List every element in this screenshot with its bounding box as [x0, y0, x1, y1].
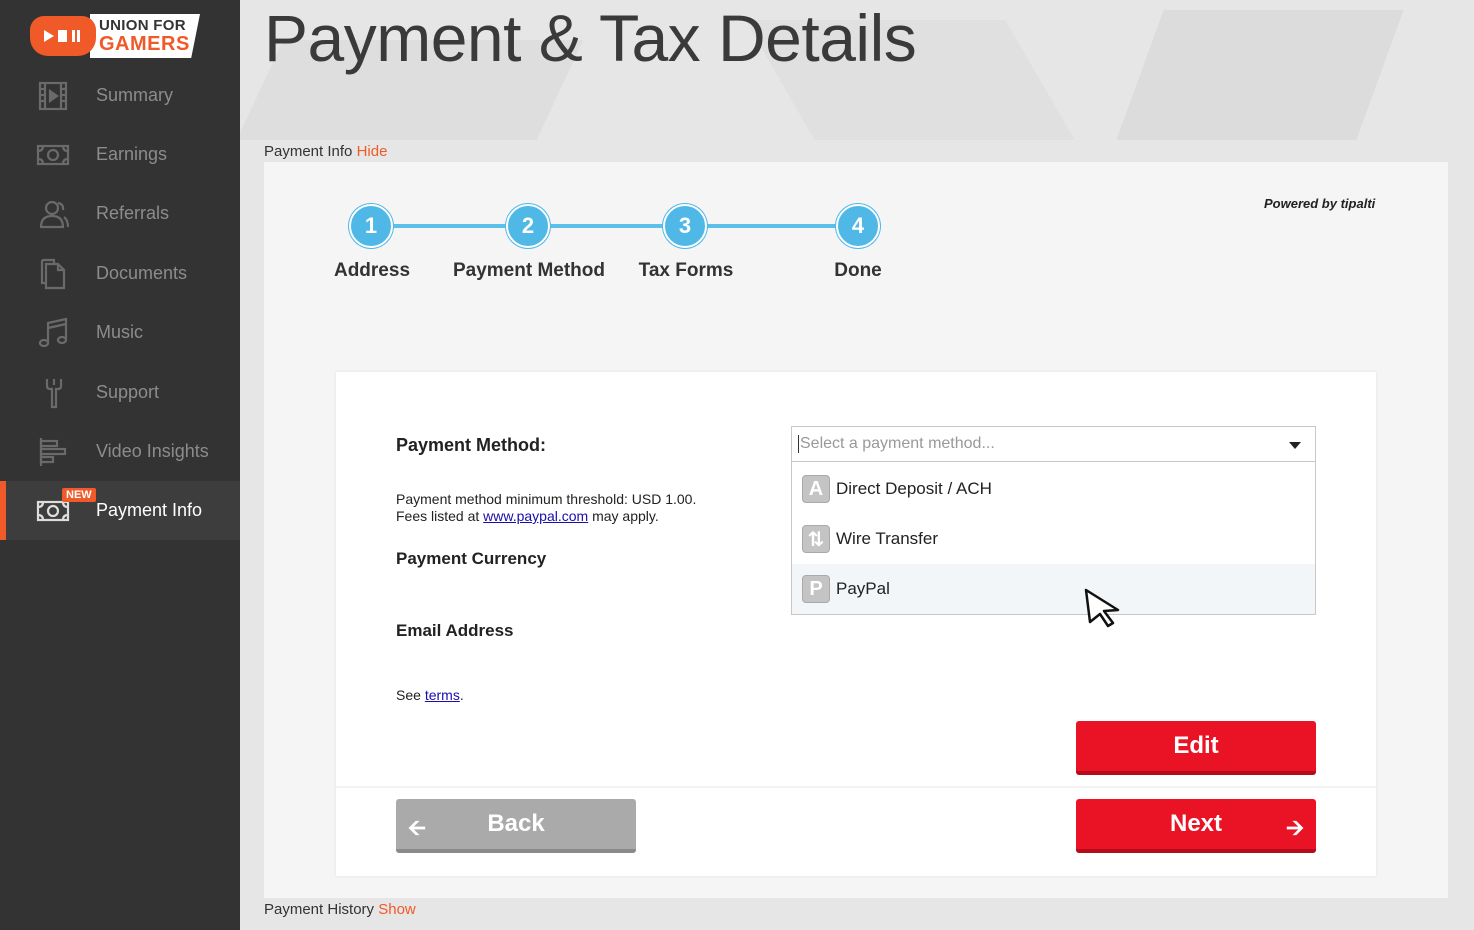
- option-direct-deposit[interactable]: A Direct Deposit / ACH: [792, 464, 1315, 514]
- film-icon: [38, 81, 68, 110]
- sidebar-item-documents[interactable]: Documents: [0, 244, 240, 303]
- stepper-line: [372, 224, 858, 228]
- step-1-label: Address: [333, 260, 411, 281]
- powered-by-text: Powered by: [1264, 196, 1337, 211]
- ach-icon: A: [802, 475, 830, 503]
- next-button-label: Next: [1169, 810, 1223, 837]
- payment-method-dropdown: A Direct Deposit / ACH ⇅ Wire Transfer P…: [791, 462, 1316, 615]
- payment-method-label: Payment Method:: [396, 435, 547, 455]
- see-suffix: .: [459, 687, 464, 703]
- show-payment-history-link[interactable]: Show: [378, 901, 416, 918]
- gamepad-icon: [30, 16, 96, 56]
- fees-text: Fees listed at www.paypal.com may apply.: [396, 508, 696, 525]
- payment-info-section-header: Payment Info Hide: [264, 143, 387, 160]
- payment-method-card: Payment Method: Payment method minimum t…: [336, 372, 1376, 876]
- card-divider: [336, 786, 1376, 788]
- section-label: Payment Info: [264, 143, 353, 160]
- sidebar-item-label: Payment Info: [96, 500, 203, 520]
- music-note-icon: [38, 317, 68, 347]
- main-content: Payment & Tax Details Payment Info Hide …: [240, 0, 1474, 930]
- terms-link[interactable]: terms: [425, 687, 460, 703]
- email-address-label: Email Address: [396, 621, 514, 640]
- sidebar-item-label: Referrals: [96, 203, 170, 223]
- sidebar-item-video-insights[interactable]: Video Insights: [0, 422, 240, 481]
- option-label: Direct Deposit / ACH: [836, 479, 992, 498]
- arrow-right-icon: 🡪: [1286, 815, 1304, 840]
- sidebar-item-music[interactable]: Music: [0, 303, 240, 362]
- payment-currency-label: Payment Currency: [396, 549, 547, 568]
- sidebar-item-label: Video Insights: [96, 441, 209, 461]
- select-placeholder: Select a payment method...: [798, 435, 995, 453]
- step-1-circle: 1: [349, 204, 393, 248]
- sidebar: UNION FOR GAMERS Summary Earnings Referr…: [0, 0, 240, 930]
- next-button[interactable]: Next 🡪: [1076, 799, 1316, 853]
- terms-text: See terms.: [396, 687, 464, 704]
- wrench-icon: [45, 378, 63, 408]
- fees-prefix: Fees listed at: [396, 508, 480, 524]
- sidebar-item-summary[interactable]: Summary: [0, 66, 240, 125]
- option-wire-transfer[interactable]: ⇅ Wire Transfer: [792, 514, 1315, 564]
- new-badge: NEW: [62, 488, 96, 502]
- union-for-gamers-logo[interactable]: UNION FOR GAMERS: [30, 14, 202, 58]
- sidebar-item-support[interactable]: Support: [0, 363, 240, 422]
- payment-widget-panel: Powered by tipalti 1 2 3 4 Address Payme…: [264, 162, 1448, 898]
- money-icon: [36, 144, 70, 165]
- sidebar-item-label: Support: [96, 382, 160, 402]
- powered-by-tipalti: Powered by tipalti: [1264, 196, 1375, 211]
- arrow-left-icon: 🡨: [408, 815, 426, 840]
- background-pattern: [1116, 10, 1404, 140]
- section-label: Payment History: [264, 901, 375, 918]
- step-3-circle: 3: [663, 204, 707, 248]
- fees-suffix: may apply.: [592, 508, 659, 524]
- logo-text-line2: GAMERS: [99, 33, 190, 55]
- sidebar-item-earnings[interactable]: Earnings: [0, 125, 240, 184]
- page-title: Payment & Tax Details: [264, 1, 917, 75]
- edit-button-label: Edit: [1173, 732, 1219, 759]
- logo-text-line1: UNION FOR: [99, 17, 186, 34]
- sidebar-item-payment-info[interactable]: NEW Payment Info: [0, 481, 240, 540]
- tipalti-logo: tipalti: [1340, 196, 1376, 211]
- documents-icon: [40, 258, 66, 289]
- step-2-label: Payment Method: [452, 260, 606, 281]
- see-prefix: See: [396, 687, 421, 703]
- option-label: PayPal: [836, 579, 890, 598]
- back-button-label: Back: [487, 810, 545, 837]
- sidebar-item-label: Summary: [96, 85, 174, 105]
- threshold-text: Payment method minimum threshold: USD 1.…: [396, 491, 697, 507]
- sidebar-item-label: Earnings: [96, 144, 168, 164]
- step-2-circle: 2: [506, 204, 550, 248]
- caret-down-icon: [1289, 442, 1301, 449]
- payment-method-select[interactable]: Select a payment method...: [791, 426, 1316, 462]
- paypal-link[interactable]: www.paypal.com: [483, 508, 588, 524]
- back-button[interactable]: 🡨 Back: [396, 799, 636, 853]
- wire-transfer-icon: ⇅: [802, 525, 830, 553]
- mouse-pointer-icon: [1084, 588, 1120, 628]
- sidebar-item-label: Music: [96, 322, 144, 342]
- bar-chart-icon: [39, 437, 67, 466]
- option-paypal[interactable]: P PayPal: [792, 564, 1315, 614]
- paypal-icon: P: [802, 575, 830, 603]
- payment-history-section-header: Payment History Show: [264, 901, 416, 918]
- edit-button[interactable]: Edit: [1076, 721, 1316, 775]
- users-icon: [39, 200, 70, 228]
- sidebar-item-label: Documents: [96, 263, 188, 283]
- step-3-label: Tax Forms: [638, 260, 734, 281]
- sidebar-item-referrals[interactable]: Referrals: [0, 184, 240, 243]
- option-label: Wire Transfer: [836, 529, 939, 548]
- step-4-circle: 4: [836, 204, 880, 248]
- hide-payment-info-link[interactable]: Hide: [357, 143, 388, 160]
- threshold-info: Payment method minimum threshold: USD 1.…: [396, 491, 696, 525]
- step-4-label: Done: [834, 260, 882, 281]
